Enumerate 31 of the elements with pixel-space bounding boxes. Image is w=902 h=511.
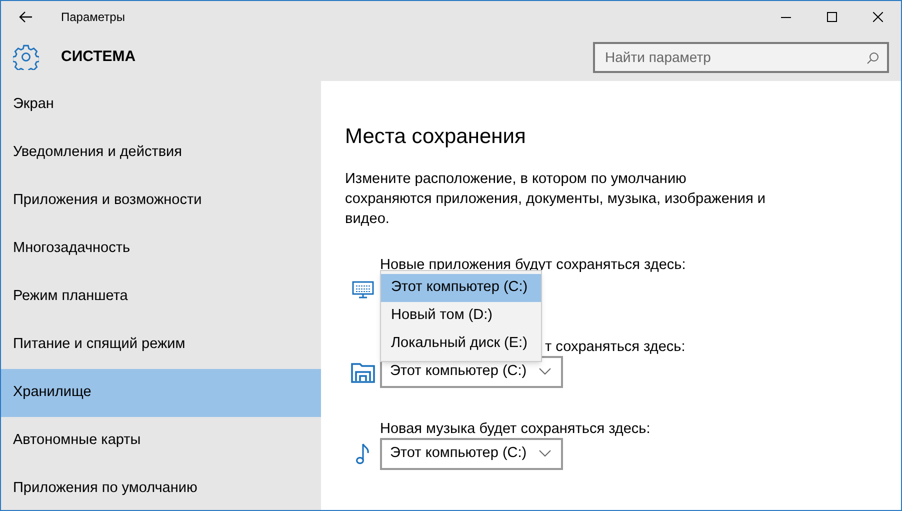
sidebar-item[interactable]: Режим планшета bbox=[1, 273, 321, 321]
sidebar-item[interactable]: Экран bbox=[1, 81, 321, 129]
back-icon[interactable] bbox=[19, 11, 33, 23]
dropdown[interactable]: Этот компьютер (C:) bbox=[380, 438, 563, 470]
close-icon[interactable] bbox=[873, 12, 883, 22]
sidebar-item[interactable]: Хранилище bbox=[1, 369, 321, 417]
setting-label: Новая музыка будет сохраняться здесь: bbox=[380, 420, 652, 439]
sidebar-item[interactable]: Питание и спящий режим bbox=[1, 321, 321, 369]
chevron-down-icon bbox=[538, 368, 551, 375]
sidebar-item[interactable]: Приложения и возможности bbox=[1, 177, 321, 225]
maximize-icon[interactable] bbox=[827, 12, 837, 22]
dropdown[interactable]: Этот компьютер (C:) bbox=[380, 356, 563, 388]
monitor-icon bbox=[352, 280, 374, 298]
settings-icon bbox=[13, 44, 39, 70]
search-icon[interactable] bbox=[867, 52, 879, 64]
music-note-icon bbox=[356, 442, 370, 464]
window-title: Параметры bbox=[61, 9, 125, 26]
section-title: СИСТЕМА bbox=[61, 46, 136, 67]
chevron-down-icon bbox=[538, 450, 551, 457]
setting-label: т сохраняться здесь: bbox=[545, 338, 686, 357]
dropdown-option[interactable]: Этот компьютер (C:) bbox=[381, 274, 541, 302]
sidebar-item[interactable]: Автономные карты bbox=[1, 417, 321, 465]
dropdown-option[interactable]: Локальный диск (E:) bbox=[381, 330, 541, 358]
sidebar-item[interactable]: Многозадачность bbox=[1, 225, 321, 273]
page-heading: Места сохранения bbox=[345, 124, 527, 150]
search-field[interactable]: Найти параметр bbox=[593, 42, 889, 72]
folder-icon bbox=[350, 360, 374, 382]
sidebar-item[interactable]: Приложения по умолчанию bbox=[1, 465, 321, 511]
dropdown-option[interactable]: Новый том (D:) bbox=[381, 302, 541, 330]
description: Измените расположение, в котором по умолчанию сохраняются приложения, документы, музыка, изображения и видео. bbox=[345, 170, 766, 229]
sidebar-item[interactable]: Уведомления и действия bbox=[1, 129, 321, 177]
